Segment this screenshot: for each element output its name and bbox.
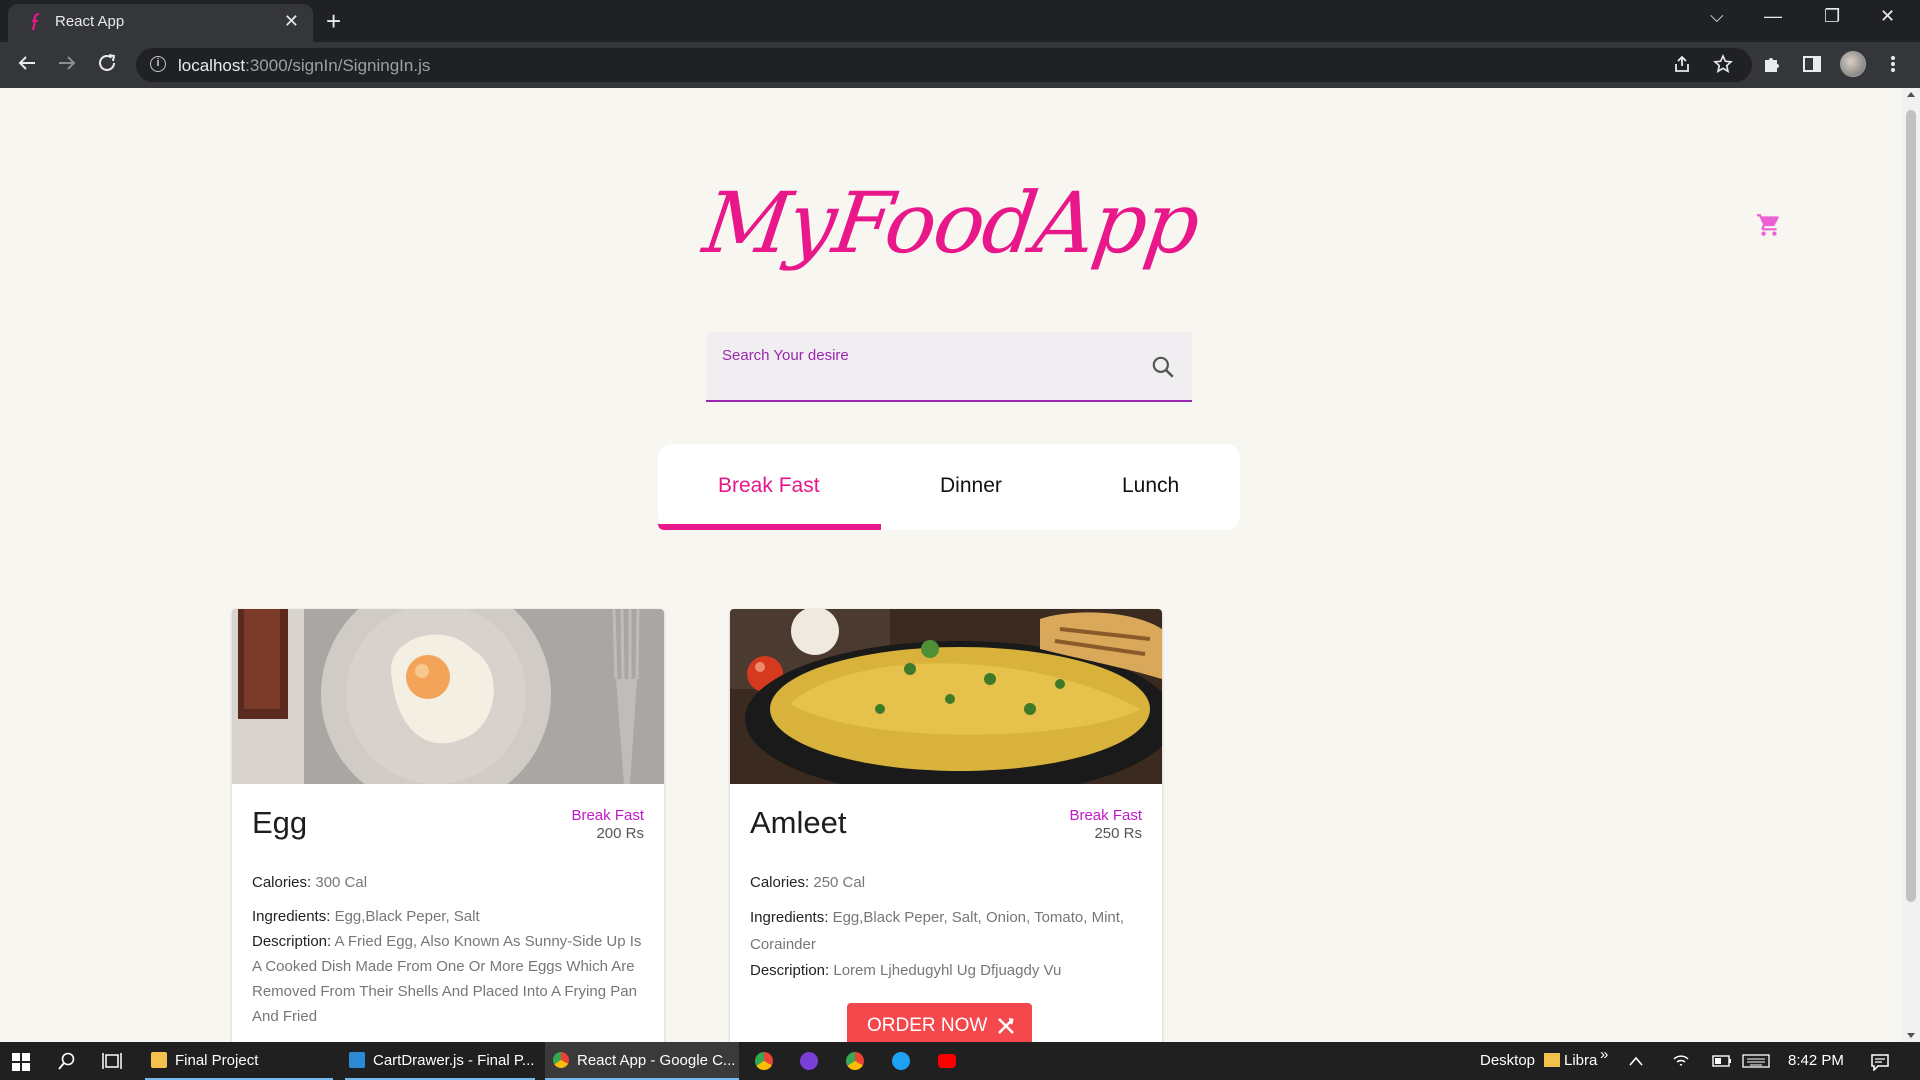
search-icon[interactable] (1150, 354, 1176, 380)
battery-icon[interactable] (1712, 1055, 1732, 1067)
skype-icon[interactable] (892, 1052, 910, 1070)
description-label: Description: (252, 933, 332, 950)
minimize-button[interactable]: — (1764, 6, 1782, 27)
page-viewport: MyFoodApp Search Your desire Break Fast … (0, 88, 1902, 1042)
share-icon[interactable] (1672, 54, 1692, 74)
github-icon[interactable] (800, 1052, 818, 1070)
new-tab-button[interactable]: + (326, 6, 341, 36)
task-view-icon[interactable] (102, 1052, 122, 1070)
toolbar-overflow-icon[interactable]: » (1600, 1036, 1608, 1074)
bookmark-star-icon[interactable] (1713, 54, 1733, 74)
taskbar-app-final-project[interactable]: Final Project (145, 1042, 333, 1080)
food-name: Egg (252, 805, 308, 840)
calories-label: Calories: (252, 874, 312, 891)
food-name: Amleet (750, 805, 847, 840)
windows-taskbar: Final Project CartDrawer.js - Final P...… (0, 1042, 1920, 1080)
browser-tab-strip: React App ✕ + ⌵ — ❐ ✕ (0, 0, 1920, 42)
site-info-icon[interactable]: i (150, 56, 166, 72)
reload-icon[interactable] (96, 52, 118, 74)
food-price: 200 Rs (596, 825, 644, 842)
description-label: Description: (750, 962, 830, 979)
food-card-egg: Egg Break Fast 200 Rs Calories: 300 Cal … (232, 609, 664, 1042)
tab-search-icon[interactable]: ⌵ (1710, 6, 1724, 27)
notifications-icon[interactable] (1870, 1053, 1890, 1071)
ingredients-value: Egg,Black Peper, Salt (334, 908, 480, 925)
taskbar-app-vscode[interactable]: CartDrawer.js - Final P... (345, 1042, 535, 1080)
chrome-icon[interactable] (755, 1052, 773, 1070)
scroll-down-arrow-icon[interactable] (1907, 1033, 1915, 1038)
chevron-up-icon[interactable] (1628, 1055, 1644, 1067)
scroll-thumb[interactable] (1906, 110, 1916, 902)
calories-label: Calories: (750, 874, 810, 891)
description-value: Lorem Ljhedugyhl Ug Dfjuagdy Vu (833, 962, 1062, 979)
url-host: localhost (178, 56, 246, 75)
taskbar-app-label: React App - Google C... (577, 1052, 736, 1069)
url-path: :3000/signIn/SigningIn.js (245, 56, 431, 75)
forward-icon[interactable] (56, 52, 78, 74)
calories-value: 300 Cal (315, 874, 368, 891)
address-bar[interactable]: i localhost:3000/signIn/SigningIn.js (136, 48, 1752, 82)
tab-close-icon[interactable]: ✕ (284, 11, 299, 32)
food-price: 250 Rs (1094, 825, 1142, 842)
search-input[interactable] (722, 368, 1142, 392)
chrome-icon (553, 1052, 569, 1068)
profile-avatar[interactable] (1840, 51, 1866, 77)
ingredients-row: Ingredients: Egg,Black Peper, Salt, Onio… (750, 904, 1150, 958)
windows-start-icon[interactable] (12, 1053, 30, 1071)
page-scrollbar[interactable] (1902, 88, 1920, 1042)
search-field[interactable]: Search Your desire (706, 332, 1192, 402)
tab-lunch[interactable]: Lunch (1122, 474, 1179, 498)
taskbar-clock[interactable]: 8:42 PM (1788, 1042, 1844, 1080)
taskbar-app-chrome[interactable]: React App - Google C... (545, 1042, 739, 1080)
folder-icon (151, 1052, 167, 1068)
description-row: Description: Lorem Ljhedugyhl Ug Dfjuagd… (750, 958, 1150, 983)
ingredients-row: Ingredients: Egg,Black Peper, Salt (252, 904, 652, 929)
calories-row: Calories: 250 Cal (750, 870, 1150, 895)
taskbar-app-label: Final Project (175, 1052, 259, 1069)
close-window-button[interactable]: ✕ (1880, 6, 1895, 27)
cart-icon[interactable] (1755, 212, 1783, 238)
chrome-icon[interactable] (846, 1052, 864, 1070)
folder-icon (1544, 1053, 1560, 1067)
food-card-amleet: Amleet Break Fast 250 Rs Calories: 250 C… (730, 609, 1162, 1042)
ingredients-label: Ingredients: (252, 908, 331, 925)
calories-row: Calories: 300 Cal (252, 870, 652, 895)
side-panel-icon[interactable] (1802, 54, 1822, 74)
order-now-button[interactable]: ORDER NOW (847, 1003, 1032, 1042)
tab-dinner[interactable]: Dinner (940, 474, 1002, 498)
order-now-label: ORDER NOW (867, 1015, 988, 1036)
ingredients-label: Ingredients: (750, 909, 829, 926)
food-category: Break Fast (571, 807, 644, 824)
extensions-icon[interactable] (1762, 54, 1782, 74)
tab-break-fast[interactable]: Break Fast (718, 474, 820, 498)
desktop-toolbar[interactable]: Desktop (1480, 1042, 1535, 1080)
vscode-icon (349, 1052, 365, 1068)
app-logo: MyFoodApp (697, 174, 1205, 272)
fried-egg-image (232, 609, 664, 784)
react-favicon-icon (31, 12, 40, 31)
youtube-icon[interactable] (938, 1054, 956, 1068)
keyboard-icon[interactable] (1742, 1054, 1770, 1068)
search-icon[interactable] (58, 1052, 76, 1070)
active-tab-indicator (658, 524, 881, 530)
scroll-up-arrow-icon[interactable] (1907, 92, 1915, 97)
menu-kebab-icon[interactable] (1888, 54, 1898, 74)
description-row: Description: A Fried Egg, Also Known As … (252, 929, 652, 1029)
food-category: Break Fast (1069, 807, 1142, 824)
taskbar-app-label: CartDrawer.js - Final P... (373, 1052, 535, 1069)
cutlery-icon (998, 1018, 1014, 1034)
meal-tabs: Break Fast Dinner Lunch (658, 444, 1240, 530)
url-text: localhost:3000/signIn/SigningIn.js (178, 56, 430, 76)
library-label: Libra (1564, 1052, 1598, 1069)
browser-tab[interactable]: React App ✕ (8, 4, 313, 42)
wifi-icon[interactable] (1672, 1053, 1690, 1069)
search-label: Search Your desire (722, 347, 849, 364)
restore-button[interactable]: ❐ (1824, 6, 1840, 27)
browser-tab-title: React App (55, 13, 125, 30)
library-toolbar[interactable]: Libra (1544, 1042, 1597, 1080)
browser-toolbar: i localhost:3000/signIn/SigningIn.js (0, 42, 1920, 88)
back-icon[interactable] (16, 52, 38, 74)
omelette-image (730, 609, 1162, 784)
calories-value: 250 Cal (813, 874, 866, 891)
